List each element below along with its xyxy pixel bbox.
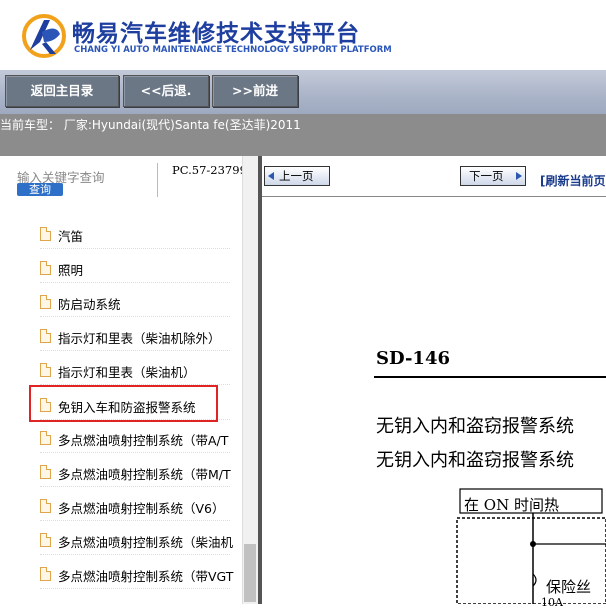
tree-item-label: 指示灯和里表（柴油机） <box>58 365 196 380</box>
document-code: SD-146 <box>376 348 450 369</box>
document-icon <box>40 431 51 445</box>
prev-page-button[interactable]: 上一页 <box>264 166 330 186</box>
tree-item-label: 照明 <box>58 263 84 278</box>
back-button[interactable]: <<后退. <box>123 75 209 107</box>
prev-page-label: 上一页 <box>279 169 314 183</box>
tree-item-label: 多点燃油喷射控制系统（带VGT <box>58 569 234 584</box>
tree-scrollbar[interactable] <box>242 156 259 604</box>
next-page-button[interactable]: 下一页 <box>460 166 526 186</box>
search-button[interactable]: 查询 <box>17 183 63 196</box>
tree-item[interactable]: 多点燃油喷射控制系统（V6） <box>40 494 230 521</box>
tree-item-label: 多点燃油喷射控制系统（柴油机 <box>58 535 234 550</box>
tree-item-label: 多点燃油喷射控制系统（带M/T <box>58 467 231 482</box>
document-icon <box>40 363 51 377</box>
diagram-label: 10A <box>541 596 563 609</box>
diagram-label: 保险丝 <box>546 578 592 596</box>
tree-scrollbar-thumb[interactable] <box>244 544 256 602</box>
tree-item[interactable]: 指示灯和里表（柴油机） <box>40 358 230 385</box>
brand-logo-icon <box>22 14 66 58</box>
home-button[interactable]: 返回主目录 <box>5 75 119 107</box>
pc-code-label: PC.57-23799 <box>172 163 247 177</box>
tree-item[interactable]: 防启动系统 <box>40 290 230 317</box>
document-icon <box>40 261 51 275</box>
tree-item[interactable]: 多点燃油喷射控制系统（带A/T <box>40 426 230 453</box>
tree-item-label: 汽笛 <box>58 229 84 244</box>
forward-button[interactable]: >>前进 <box>212 75 298 107</box>
document-rule <box>374 376 606 378</box>
tree-item[interactable]: 多点燃油喷射控制系统（柴油机 <box>40 528 234 555</box>
arrow-right-icon <box>516 172 522 180</box>
document-icon <box>40 533 51 547</box>
tree-item-label: 防启动系统 <box>58 297 121 312</box>
refresh-page-link[interactable]: [刷新当前页 <box>540 172 606 189</box>
document-icon <box>40 465 51 479</box>
search-divider <box>157 163 158 197</box>
next-page-label: 下一页 <box>469 169 504 183</box>
brand-subtitle: CHANG YI AUTO MAINTENANCE TECHNOLOGY SUP… <box>74 45 392 55</box>
document-heading-line: 无钥入内和盗窃报警系统 <box>376 416 574 437</box>
arrow-left-icon <box>268 172 274 180</box>
tree-item[interactable]: 多点燃油喷射控制系统（带M/T <box>40 460 231 487</box>
current-car-model: 当前车型： 厂家:Hyundai(现代)Santa fe(圣达菲)2011 <box>0 118 301 132</box>
tree-item-label: 多点燃油喷射控制系统（带A/T <box>58 433 229 448</box>
tree-item[interactable]: 汽笛 <box>40 222 230 249</box>
document-icon <box>40 499 51 513</box>
diagram-label: 在 ON 时间热 <box>464 496 559 514</box>
tree-item-label: 多点燃油喷射控制系统（V6） <box>58 501 225 516</box>
tree-item[interactable]: 照明 <box>40 256 230 283</box>
tree-item[interactable]: 多点燃油喷射控制系统（带VGT <box>40 562 234 589</box>
document-icon <box>40 227 51 241</box>
brand-title: 畅易汽车维修技术支持平台 <box>72 21 360 47</box>
document-heading-line: 无钥入内和盗窃报警系统 <box>376 450 574 471</box>
document-icon <box>40 329 51 343</box>
document-icon <box>40 567 51 581</box>
selection-highlight-box <box>29 385 218 422</box>
document-icon <box>40 295 51 309</box>
tree-item[interactable]: 指示灯和里表（柴油机除外） <box>40 324 230 351</box>
tree-item-label: 指示灯和里表（柴油机除外） <box>58 331 221 346</box>
